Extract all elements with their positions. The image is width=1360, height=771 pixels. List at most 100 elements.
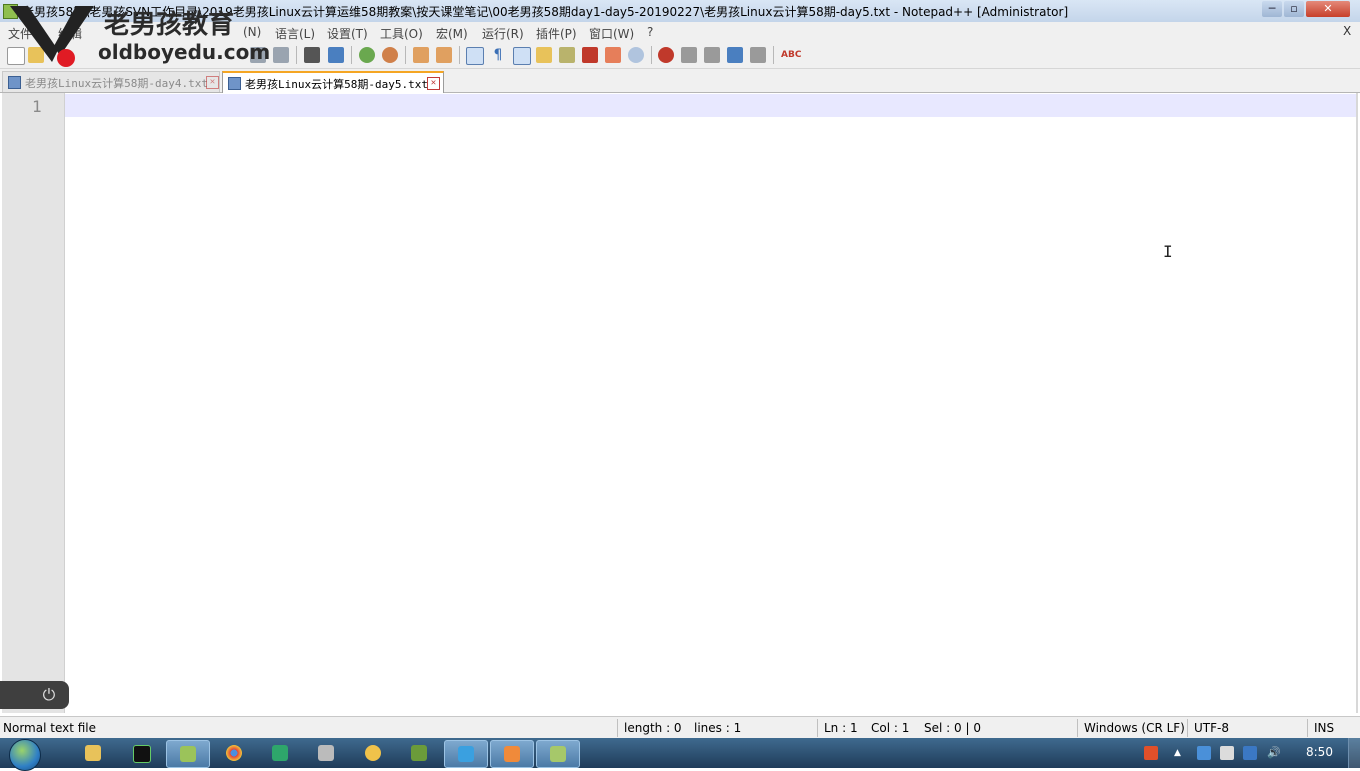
tab-bar: 老男孩Linux云计算58期-day4.txt ✕ 老男孩Linux云计算58期…	[0, 69, 1360, 93]
function-list-icon[interactable]	[582, 47, 598, 63]
menu-plugins[interactable]: 插件(P)	[536, 25, 577, 42]
line-number-gutter[interactable]: 1	[2, 93, 65, 713]
status-line-number: Ln : 1	[824, 721, 858, 735]
status-separator	[1077, 719, 1078, 737]
tab-label: 老男孩Linux云计算58期-day5.txt	[245, 78, 428, 91]
chrome-icon	[226, 745, 242, 761]
security-shield-icon[interactable]	[1243, 746, 1257, 760]
notepadpp-icon	[180, 746, 196, 762]
close-document-button[interactable]: X	[1343, 24, 1351, 38]
status-length: length : 0	[624, 721, 682, 735]
taskbar-tool[interactable]	[398, 740, 440, 766]
indent-guide-icon[interactable]	[513, 47, 531, 65]
watermark-chinese-name: 老男孩教育	[104, 10, 235, 40]
tray-expand-icon[interactable]: ▲	[1174, 746, 1188, 760]
maximize-button[interactable]: ▫	[1284, 1, 1304, 17]
tool-icon	[411, 745, 427, 761]
menu-tools[interactable]: 工具(O)	[380, 25, 423, 42]
current-line-highlight[interactable]	[65, 94, 1356, 117]
notes-icon	[550, 746, 566, 762]
minimize-button[interactable]: ─	[1262, 1, 1282, 17]
play-macro-icon[interactable]	[704, 47, 720, 63]
replace-icon[interactable]	[328, 47, 344, 63]
oldboy-logo-mark	[10, 6, 94, 67]
text-editor-area[interactable]	[65, 117, 1356, 713]
toolbar-separator	[459, 46, 460, 64]
taskbar-network-tool[interactable]	[305, 740, 347, 766]
taskbar-media-player[interactable]	[444, 740, 488, 768]
show-desktop-button[interactable]	[1348, 738, 1360, 768]
menu-help[interactable]: ?	[647, 25, 653, 39]
toolbar-separator	[405, 46, 406, 64]
folder-workspace-icon[interactable]	[605, 47, 621, 63]
toolbar-separator	[651, 46, 652, 64]
player-icon	[458, 746, 474, 762]
taskbar-explorer[interactable]	[72, 740, 114, 766]
status-encoding[interactable]: UTF-8	[1194, 721, 1229, 735]
tab-close-icon[interactable]: ✕	[427, 77, 440, 90]
taskbar-notepadpp[interactable]	[166, 740, 210, 768]
editor-right-border	[1356, 93, 1358, 713]
tray-app-icon[interactable]	[1197, 746, 1211, 760]
sogou-ime-icon[interactable]	[1144, 746, 1158, 760]
power-overlay-button[interactable]: ⏻	[0, 681, 69, 709]
text-cursor-ibeam: I	[1163, 242, 1173, 261]
status-separator	[817, 719, 818, 737]
tab-day5[interactable]: 老男孩Linux云计算58期-day5.txt ✕	[222, 71, 444, 93]
taskbar-paint[interactable]	[352, 740, 394, 766]
status-separator	[1307, 719, 1308, 737]
taskbar-pycharm[interactable]	[120, 740, 162, 766]
menu-settings[interactable]: 设置(T)	[327, 25, 368, 42]
power-icon: ⏻	[42, 685, 56, 704]
app-icon	[272, 745, 288, 761]
menu-window[interactable]: 窗口(W)	[589, 25, 634, 42]
tab-label: 老男孩Linux云计算58期-day4.txt	[25, 77, 208, 90]
status-separator	[1187, 719, 1188, 737]
recorder-icon	[504, 746, 520, 762]
tab-close-icon[interactable]: ✕	[206, 76, 219, 89]
document-map-icon[interactable]	[559, 47, 575, 63]
network-icon	[318, 745, 334, 761]
word-wrap-icon[interactable]	[466, 47, 484, 65]
menu-macro[interactable]: 宏(M)	[436, 25, 468, 42]
status-lines: lines : 1	[694, 721, 742, 735]
show-all-chars-icon[interactable]: ¶	[490, 47, 506, 63]
folder-icon	[85, 745, 101, 761]
taskbar-recorder[interactable]	[490, 740, 534, 768]
start-button[interactable]	[9, 739, 41, 771]
taskbar-app-green[interactable]	[259, 740, 301, 766]
clock-time[interactable]: 8:50	[1306, 745, 1333, 759]
oldboy-watermark-logo: 老男孩教育 oldboyedu.com	[6, 0, 270, 68]
user-language-icon[interactable]	[536, 47, 552, 63]
menu-run[interactable]: 运行(R)	[482, 25, 524, 42]
find-icon[interactable]	[304, 47, 320, 63]
run-macro-multiple-icon[interactable]	[727, 47, 743, 63]
status-eol[interactable]: Windows (CR LF)	[1084, 721, 1185, 735]
record-macro-icon[interactable]	[658, 47, 674, 63]
sync-horizontal-icon[interactable]	[436, 47, 452, 63]
saved-file-icon	[228, 77, 241, 90]
menu-language[interactable]: 语言(L)	[275, 25, 315, 42]
status-insert-mode[interactable]: INS	[1314, 721, 1334, 735]
tab-day4[interactable]: 老男孩Linux云计算58期-day4.txt ✕	[2, 71, 220, 92]
taskbar-chrome[interactable]	[213, 740, 255, 766]
toolbar-separator	[296, 46, 297, 64]
redo-icon[interactable]	[273, 47, 289, 63]
toolbar-separator	[351, 46, 352, 64]
action-center-icon[interactable]	[1220, 746, 1234, 760]
status-separator	[617, 719, 618, 737]
stop-macro-icon[interactable]	[681, 47, 697, 63]
toolbar-separator	[773, 46, 774, 64]
save-macro-icon[interactable]	[750, 47, 766, 63]
pycharm-icon	[133, 745, 151, 763]
sync-vertical-icon[interactable]	[413, 47, 429, 63]
saved-file-icon	[8, 76, 21, 89]
status-selection: Sel : 0 | 0	[924, 721, 981, 735]
monitoring-icon[interactable]	[628, 47, 644, 63]
close-button[interactable]: ✕	[1306, 1, 1350, 17]
volume-icon[interactable]: 🔊	[1267, 746, 1281, 760]
zoom-out-icon[interactable]	[382, 47, 398, 63]
spell-check-icon[interactable]: ABC	[781, 47, 801, 63]
taskbar-notes[interactable]	[536, 740, 580, 768]
zoom-in-icon[interactable]	[359, 47, 375, 63]
